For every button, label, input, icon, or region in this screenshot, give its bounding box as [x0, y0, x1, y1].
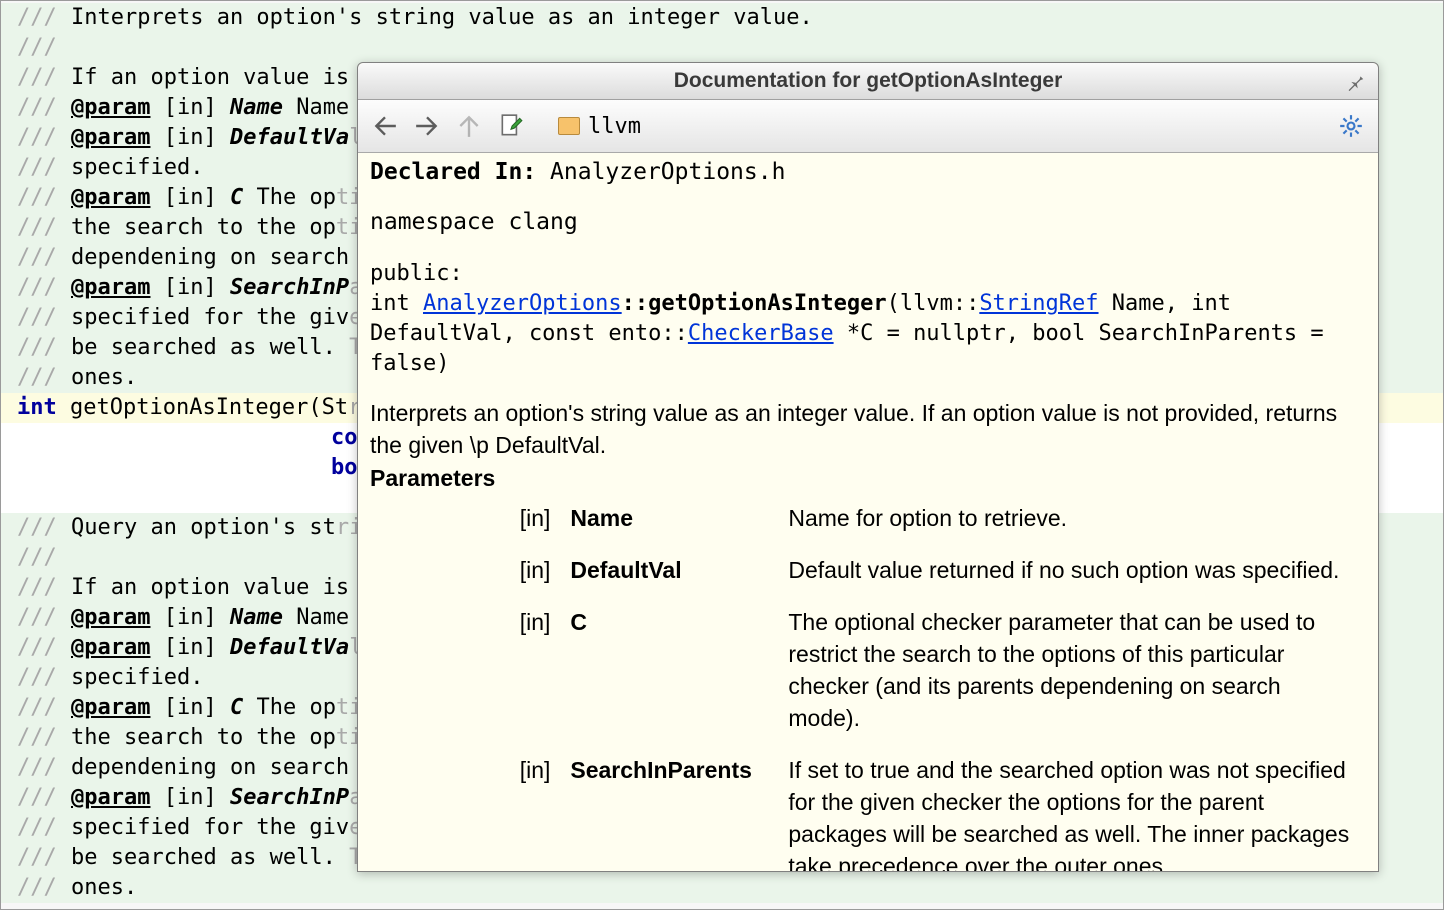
documentation-popup: Documentation for getOptionAsInteger llv…	[357, 62, 1379, 872]
edit-source-button[interactable]	[494, 109, 528, 143]
popup-titlebar[interactable]: Documentation for getOptionAsInteger	[358, 63, 1378, 100]
namespace-line: namespace clang	[370, 209, 1366, 235]
doc-description: Interprets an option's string value as a…	[370, 397, 1366, 461]
pin-icon[interactable]	[1344, 68, 1366, 104]
popup-toolbar: llvm	[358, 100, 1378, 153]
signature: public: int AnalyzerOptions::getOptionAs…	[370, 259, 1366, 379]
back-button[interactable]	[368, 109, 402, 143]
param-direction: [in]	[370, 600, 560, 748]
code-line[interactable]: ///	[1, 33, 1443, 63]
declared-in-label: Declared In:	[370, 159, 536, 185]
param-name: SearchInParents	[560, 748, 778, 872]
type-link-analyzeroptions[interactable]: AnalyzerOptions	[423, 291, 622, 316]
code-line[interactable]: /// Interprets an option's string value …	[1, 3, 1443, 33]
param-name: Name	[560, 496, 778, 548]
param-description: Name for option to retrieve.	[778, 496, 1366, 548]
param-description: The optional checker parameter that can …	[778, 600, 1366, 748]
type-link-checkerbase[interactable]: CheckerBase	[688, 321, 834, 346]
type-link-stringref[interactable]: StringRef	[979, 291, 1098, 316]
settings-button[interactable]	[1334, 109, 1368, 143]
param-row: [in]NameName for option to retrieve.	[370, 496, 1366, 548]
param-direction: [in]	[370, 496, 560, 548]
param-row: [in]DefaultValDefault value returned if …	[370, 548, 1366, 600]
folder-icon	[558, 117, 580, 135]
param-direction: [in]	[370, 748, 560, 872]
module-name: llvm	[588, 114, 641, 139]
param-name: C	[560, 600, 778, 748]
parameter-table: [in]NameName for option to retrieve.[in]…	[370, 496, 1366, 872]
forward-button[interactable]	[410, 109, 444, 143]
param-description: Default value returned if no such option…	[778, 548, 1366, 600]
popup-title: Documentation for getOptionAsInteger	[674, 69, 1063, 92]
function-name: getOptionAsInteger	[648, 291, 886, 316]
parameters-heading: Parameters	[370, 465, 1366, 492]
param-name: DefaultVal	[560, 548, 778, 600]
param-description: If set to true and the searched option w…	[778, 748, 1366, 872]
up-button[interactable]	[452, 109, 486, 143]
param-direction: [in]	[370, 548, 560, 600]
code-line[interactable]: /// ones.	[1, 873, 1443, 903]
declared-in-value: AnalyzerOptions.h	[550, 159, 785, 185]
param-row: [in]SearchInParentsIf set to true and th…	[370, 748, 1366, 872]
doc-body: Declared In: AnalyzerOptions.h namespace…	[358, 153, 1378, 872]
param-row: [in]CThe optional checker parameter that…	[370, 600, 1366, 748]
module-crumb[interactable]: llvm	[558, 114, 641, 139]
